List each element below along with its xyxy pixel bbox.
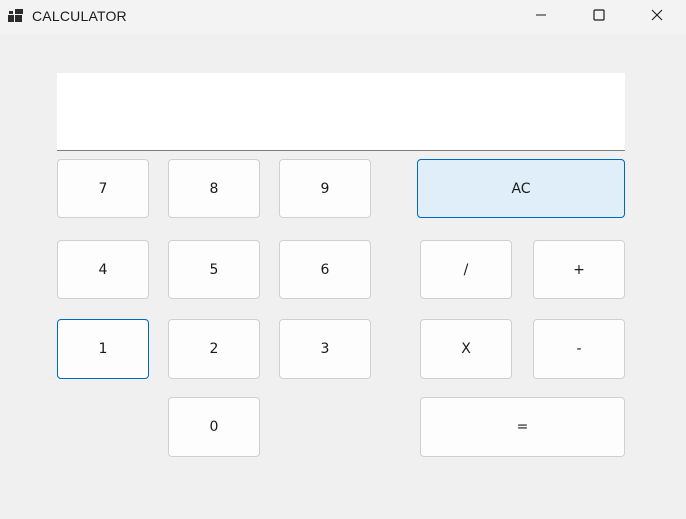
- window-title: CALCULATOR: [32, 8, 127, 24]
- digit-2-button[interactable]: 2: [168, 319, 260, 379]
- calculator-app-icon: [8, 9, 24, 23]
- divide-button[interactable]: /: [420, 240, 512, 299]
- digit-0-button[interactable]: 0: [168, 397, 260, 457]
- digit-8-button[interactable]: 8: [168, 159, 260, 218]
- minimize-button[interactable]: [512, 0, 570, 34]
- multiply-button[interactable]: X: [420, 319, 512, 379]
- digit-1-button[interactable]: 1: [57, 319, 149, 379]
- minimize-icon: [535, 8, 547, 26]
- maximize-icon: [593, 8, 605, 26]
- maximize-button[interactable]: [570, 0, 628, 34]
- minus-button[interactable]: -: [533, 319, 625, 379]
- calculator-display[interactable]: [57, 73, 625, 151]
- digit-6-button[interactable]: 6: [279, 240, 371, 299]
- digit-9-button[interactable]: 9: [279, 159, 371, 218]
- equals-button[interactable]: =: [420, 397, 625, 457]
- calculator-window: CALCULATOR 7 8 9 AC 4 5 6 / + 1 2 3 X - …: [0, 0, 686, 519]
- clear-button[interactable]: AC: [417, 159, 625, 218]
- plus-button[interactable]: +: [533, 240, 625, 299]
- close-icon: [651, 8, 663, 26]
- digit-5-button[interactable]: 5: [168, 240, 260, 299]
- close-button[interactable]: [628, 0, 686, 34]
- digit-3-button[interactable]: 3: [279, 319, 371, 379]
- digit-4-button[interactable]: 4: [57, 240, 149, 299]
- digit-7-button[interactable]: 7: [57, 159, 149, 218]
- title-bar[interactable]: CALCULATOR: [0, 0, 686, 34]
